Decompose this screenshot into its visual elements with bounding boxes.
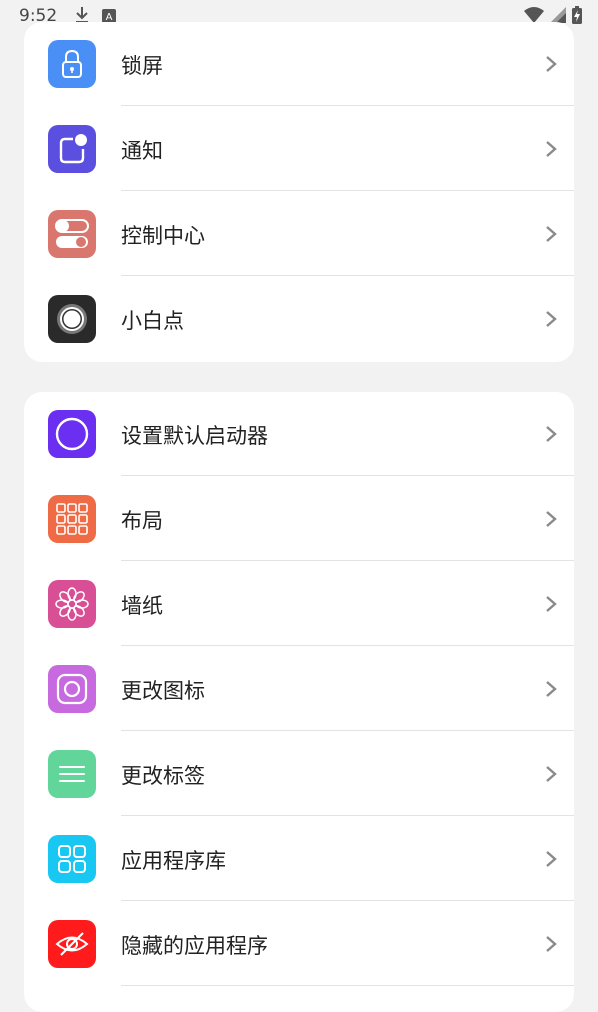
chevron-right-icon	[546, 681, 557, 697]
settings-item-notifications[interactable]: 通知	[24, 107, 574, 191]
row-divider	[121, 645, 574, 646]
row-divider	[121, 190, 574, 191]
circle-launcher-icon	[48, 410, 96, 458]
toggle-switch-icon	[48, 210, 96, 258]
notification-icon	[48, 125, 96, 173]
chevron-right-icon	[546, 596, 557, 612]
assistive-touch-icon	[48, 295, 96, 343]
instagram-square-icon	[48, 665, 96, 713]
svg-text:A: A	[106, 12, 113, 23]
chevron-right-icon	[546, 766, 557, 782]
settings-item-assistive-touch[interactable]: 小白点	[24, 277, 574, 361]
flower-wallpaper-icon	[48, 580, 96, 628]
settings-item-layout[interactable]: 布局	[24, 477, 574, 561]
settings-item-lock-screen[interactable]: 锁屏	[24, 22, 574, 106]
row-divider	[121, 475, 574, 476]
settings-item-label: 小白点	[121, 309, 184, 333]
row-divider	[121, 900, 574, 901]
chevron-right-icon	[546, 141, 557, 157]
row-divider	[121, 815, 574, 816]
chevron-right-icon	[546, 311, 557, 327]
settings-item-label: 更改标签	[121, 764, 205, 788]
settings-item-label: 锁屏	[121, 54, 163, 78]
settings-item-hidden-apps[interactable]: 隐藏的应用程序	[24, 902, 574, 986]
lock-icon	[48, 40, 96, 88]
chevron-right-icon	[546, 851, 557, 867]
grid-layout-icon	[48, 495, 96, 543]
row-divider	[121, 560, 574, 561]
settings-item-label: 通知	[121, 139, 163, 163]
settings-item-label: 墙纸	[121, 594, 163, 618]
settings-item-label: 更改图标	[121, 679, 205, 703]
menu-lines-icon	[48, 750, 96, 798]
settings-item-change-labels[interactable]: 更改标签	[24, 732, 574, 816]
app-library-icon	[48, 835, 96, 883]
row-divider	[121, 105, 574, 106]
settings-item-label: 应用程序库	[121, 849, 226, 873]
settings-item-label: 控制中心	[121, 224, 205, 248]
settings-item-label: 设置默认启动器	[121, 424, 268, 448]
settings-item-label: 隐藏的应用程序	[121, 934, 268, 958]
settings-item-wallpaper[interactable]: 墙纸	[24, 562, 574, 646]
chevron-right-icon	[546, 426, 557, 442]
row-divider	[121, 730, 574, 731]
settings-item-control-center[interactable]: 控制中心	[24, 192, 574, 276]
settings-card-1: 锁屏 通知 控制中心 小白点	[24, 22, 574, 362]
eye-hidden-icon	[48, 920, 96, 968]
chevron-right-icon	[546, 936, 557, 952]
row-divider	[121, 275, 574, 276]
chevron-right-icon	[546, 226, 557, 242]
settings-item-default-launcher[interactable]: 设置默认启动器	[24, 392, 574, 476]
row-divider	[121, 985, 574, 986]
chevron-right-icon	[546, 511, 557, 527]
settings-item-change-icons[interactable]: 更改图标	[24, 647, 574, 731]
chevron-right-icon	[546, 56, 557, 72]
settings-card-2: 设置默认启动器 布局 墙纸 更改图标 更改标签 应用程序库 隐藏的应用程序	[24, 392, 574, 1012]
settings-item-label: 布局	[121, 509, 163, 533]
settings-item-app-library[interactable]: 应用程序库	[24, 817, 574, 901]
